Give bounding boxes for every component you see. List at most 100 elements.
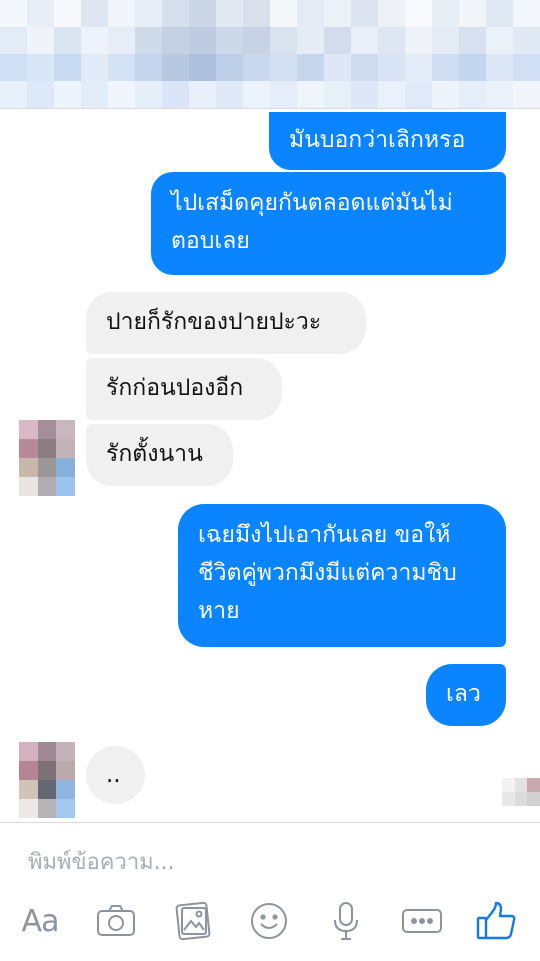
blur-pixel xyxy=(324,81,351,108)
blur-pixel xyxy=(56,780,75,799)
blur-pixel xyxy=(514,792,528,806)
blur-pixel xyxy=(0,27,27,54)
blur-pixel xyxy=(216,27,243,54)
blur-pixel xyxy=(432,81,459,108)
blur-pixel xyxy=(54,27,81,54)
blur-pixel xyxy=(378,0,405,27)
blur-pixel xyxy=(37,439,57,458)
blur-pixel xyxy=(19,780,38,799)
camera-icon[interactable] xyxy=(92,897,140,945)
blur-pixel xyxy=(108,27,135,54)
blur-pixel xyxy=(527,792,540,806)
text-format-icon[interactable]: Aa xyxy=(16,897,64,945)
blur-pixel xyxy=(351,0,378,27)
blur-pixel xyxy=(216,81,243,108)
blur-pixel xyxy=(297,0,324,27)
conversation-header-blurred xyxy=(0,0,540,109)
blur-pixel xyxy=(243,0,270,27)
blur-pixel xyxy=(486,54,513,81)
blur-pixel xyxy=(378,54,405,81)
message-text-line: เฉยมึงไปเอากันเลย ขอให้ xyxy=(198,522,451,548)
more-icon[interactable] xyxy=(398,897,446,945)
blur-pixel xyxy=(405,27,432,54)
blur-pixel xyxy=(297,81,324,108)
blur-pixel xyxy=(162,27,189,54)
blur-pixel xyxy=(19,742,38,761)
blur-pixel xyxy=(27,54,54,81)
blur-pixel xyxy=(54,0,81,27)
message-bubble-outgoing[interactable]: เลว xyxy=(426,664,506,726)
contact-avatar-blurred[interactable] xyxy=(19,420,75,496)
message-bubble-incoming[interactable]: รักตั้งนาน xyxy=(86,424,233,486)
blur-pixel xyxy=(19,761,38,780)
blur-pixel xyxy=(108,81,135,108)
blur-pixel xyxy=(37,420,57,439)
blur-pixel xyxy=(459,27,486,54)
emoji-icon[interactable] xyxy=(245,897,293,945)
blur-pixel xyxy=(189,54,216,81)
message-bubble-incoming[interactable]: ปายก็รักของปายปะวะ xyxy=(86,292,366,354)
blur-pixel xyxy=(135,81,162,108)
blur-pixel xyxy=(27,81,54,108)
blur-pixel xyxy=(459,0,486,27)
blur-pixel xyxy=(378,27,405,54)
blur-pixel xyxy=(135,54,162,81)
blur-pixel xyxy=(270,81,297,108)
message-bubble-outgoing[interactable]: เฉยมึงไปเอากันเลย ขอให้ ชีวิตคู่พวกมึงมี… xyxy=(178,504,506,647)
blur-pixel xyxy=(270,27,297,54)
blur-pixel xyxy=(81,54,108,81)
blur-pixel xyxy=(378,81,405,108)
blur-pixel xyxy=(486,27,513,54)
message-text: เลว xyxy=(446,681,481,707)
blur-pixel xyxy=(27,0,54,27)
message-text: รักก่อนปองอีก xyxy=(106,375,244,401)
blur-pixel xyxy=(243,27,270,54)
blur-pixel xyxy=(37,780,57,799)
blur-pixel xyxy=(108,54,135,81)
blur-pixel xyxy=(108,0,135,27)
message-input[interactable]: พิมพ์ข้อความ... xyxy=(28,845,508,881)
blur-pixel xyxy=(37,799,57,818)
blur-pixel xyxy=(162,0,189,27)
blur-pixel xyxy=(459,54,486,81)
message-bubble-incoming[interactable]: .. xyxy=(86,746,145,804)
blur-pixel xyxy=(297,54,324,81)
message-text-line: ชีวิตคู่พวกมึงมีแต่ความชิบ xyxy=(198,560,457,586)
blur-pixel xyxy=(405,81,432,108)
blur-pixel xyxy=(37,742,57,761)
blur-pixel xyxy=(243,54,270,81)
contact-avatar-blurred[interactable] xyxy=(19,742,75,818)
like-icon[interactable] xyxy=(472,897,520,945)
blur-pixel xyxy=(162,81,189,108)
blur-pixel xyxy=(324,0,351,27)
blur-pixel xyxy=(527,778,540,792)
blur-pixel xyxy=(189,81,216,108)
blur-pixel xyxy=(324,54,351,81)
gallery-icon[interactable] xyxy=(169,897,217,945)
blur-pixel xyxy=(19,477,38,496)
blur-pixel xyxy=(189,0,216,27)
blur-pixel xyxy=(81,81,108,108)
blur-pixel xyxy=(216,0,243,27)
blur-pixel xyxy=(37,477,57,496)
message-bubble-outgoing[interactable]: ไปเสม็ดคุยกันตลอดแต่มันไม่ ตอบเลย xyxy=(151,172,506,275)
blur-pixel xyxy=(432,27,459,54)
blur-pixel xyxy=(56,477,75,496)
message-bubble-incoming[interactable]: รักก่อนปองอีก xyxy=(86,358,282,420)
blur-pixel xyxy=(0,81,27,108)
blur-pixel xyxy=(56,761,75,780)
message-text-line: ตอบเลย xyxy=(171,228,250,254)
blur-pixel xyxy=(0,0,27,27)
message-composer: พิมพ์ข้อความ... Aa xyxy=(0,822,540,961)
blur-pixel xyxy=(486,0,513,27)
microphone-icon[interactable] xyxy=(322,897,370,945)
blur-pixel xyxy=(0,54,27,81)
message-text-line: หาย xyxy=(198,598,240,624)
blur-pixel xyxy=(351,27,378,54)
blur-pixel xyxy=(513,81,540,108)
blur-pixel xyxy=(351,81,378,108)
message-bubble-outgoing[interactable]: มันบอกว่าเลิกหรอ xyxy=(269,112,506,170)
blur-pixel xyxy=(162,54,189,81)
blur-pixel xyxy=(405,0,432,27)
blur-pixel xyxy=(351,54,378,81)
